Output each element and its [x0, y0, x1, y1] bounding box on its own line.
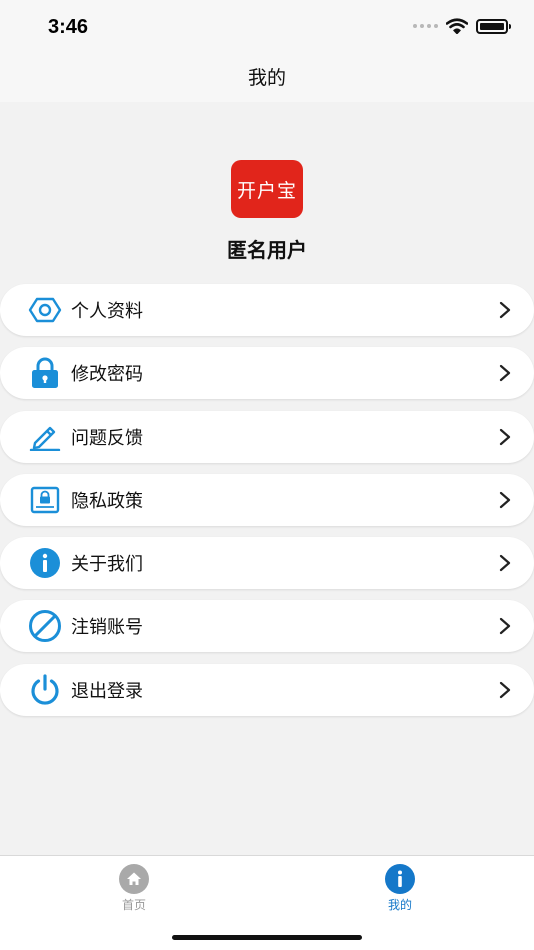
menu-item-change-password[interactable]: 修改密码 [0, 347, 534, 400]
power-icon [28, 673, 62, 707]
menu-item-profile[interactable]: 个人资料 [0, 284, 534, 336]
menu-item-label: 退出登录 [71, 680, 143, 702]
app-logo: 开户宝 [231, 160, 303, 218]
pencil-icon [28, 420, 62, 454]
menu-item-label: 隐私政策 [71, 490, 143, 512]
status-icons [413, 18, 511, 34]
tab-home[interactable]: 首页 [94, 864, 174, 913]
info-icon [28, 546, 62, 580]
tab-mine-label: 我的 [387, 898, 412, 912]
settings-menu: 个人资料 修改密码 问题反馈 隐私政策 关于我们 注销账号 退出登录 [0, 284, 534, 727]
status-bar: 3:46 [0, 0, 534, 56]
info-icon [385, 864, 415, 894]
status-time: 3:46 [48, 16, 89, 38]
menu-item-privacy-policy[interactable]: 隐私政策 [0, 473, 534, 526]
home-icon [119, 864, 149, 894]
cellular-signal-icon [413, 24, 438, 28]
wifi-icon [446, 18, 468, 34]
menu-item-label: 问题反馈 [71, 427, 143, 449]
tab-home-label: 首页 [121, 898, 146, 912]
menu-item-label: 个人资料 [71, 301, 143, 322]
chevron-right-icon [498, 617, 512, 635]
app-logo-text: 开户宝 [236, 179, 297, 202]
username: 匿名用户 [227, 238, 307, 262]
menu-item-label: 修改密码 [71, 364, 143, 386]
battery-icon [476, 18, 511, 34]
privacy-document-icon [28, 483, 62, 517]
chevron-right-icon [498, 554, 512, 572]
menu-item-label: 注销账号 [71, 617, 143, 639]
nav-bar: 我的 [0, 56, 534, 102]
hexagon-nut-icon [28, 293, 62, 327]
chevron-right-icon [498, 301, 512, 319]
profile-header: 开户宝 匿名用户 [0, 160, 534, 263]
prohibited-icon [28, 609, 62, 643]
chevron-right-icon [498, 364, 512, 382]
chevron-right-icon [498, 681, 512, 699]
chevron-right-icon [498, 428, 512, 446]
menu-item-about-us[interactable]: 关于我们 [0, 537, 534, 590]
page-title: 我的 [247, 67, 286, 89]
chevron-right-icon [498, 491, 512, 509]
home-indicator [172, 935, 362, 940]
menu-item-delete-account[interactable]: 注销账号 [0, 600, 534, 653]
lock-icon [28, 356, 62, 390]
menu-item-feedback[interactable]: 问题反馈 [0, 410, 534, 463]
tab-mine[interactable]: 我的 [360, 864, 440, 913]
menu-item-logout[interactable]: 退出登录 [0, 663, 534, 716]
menu-item-label: 关于我们 [71, 554, 143, 576]
